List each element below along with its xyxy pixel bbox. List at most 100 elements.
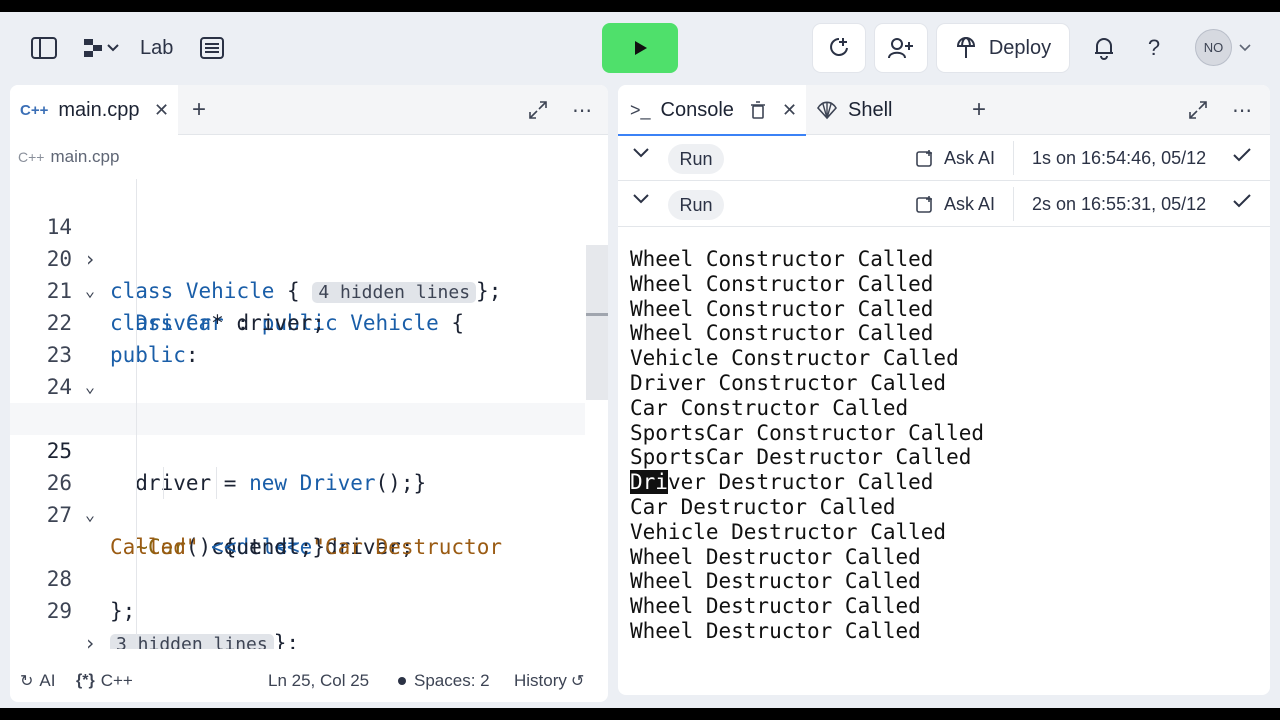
- project-icon: [84, 39, 102, 57]
- code-line-current: 25 driver = new Driver();}: [10, 403, 585, 495]
- ask-ai-button[interactable]: Ask AI: [916, 181, 995, 227]
- console-tabbar: >_ Console ✕ Shell + ⋯: [618, 85, 1270, 136]
- avatar[interactable]: NO: [1195, 29, 1232, 66]
- indent-guide: [136, 179, 137, 649]
- dot-icon: [398, 676, 406, 685]
- history-label: History: [514, 670, 567, 690]
- code-line: 27 cout << "Car Destructor: [10, 467, 585, 559]
- code-line: 22 public:: [10, 275, 585, 367]
- tab-label: main.cpp: [58, 98, 140, 121]
- editor-panel: C++ main.cpp ✕ + ⋯ C++ main.cpp 14 › cla…: [10, 85, 608, 702]
- deploy-icon: [956, 37, 975, 58]
- console-output[interactable]: Wheel Constructor Called Wheel Construct…: [630, 247, 1250, 644]
- tab-main-cpp[interactable]: C++ main.cpp ✕: [10, 85, 178, 135]
- code-line: 20 ⌄ class Car : public Vehicle {: [10, 211, 585, 335]
- maximize-icon[interactable]: [1188, 85, 1212, 135]
- ai-status[interactable]: ↻ AI: [20, 671, 55, 691]
- indent-guide: [163, 467, 164, 499]
- files-icon[interactable]: [198, 34, 226, 62]
- output-line: Wheel Destructor Called: [630, 594, 921, 619]
- output-line: SportsCar Destructor Called: [630, 445, 972, 470]
- top-bar: Lab Deploy ? NO: [0, 12, 1280, 84]
- trash-icon[interactable]: [750, 101, 766, 119]
- bell-icon[interactable]: [1090, 34, 1118, 62]
- selection-highlight: Dri: [630, 470, 668, 495]
- output-line: Driver Constructor Called: [630, 370, 947, 395]
- history-button[interactable]: History ↺: [514, 671, 584, 691]
- close-icon[interactable]: ✕: [154, 100, 169, 121]
- check-icon: [1232, 147, 1252, 163]
- editor-scrollbar[interactable]: [586, 245, 608, 400]
- help-icon[interactable]: ?: [1140, 34, 1168, 62]
- code-editor[interactable]: 14 › class Vehicle { 4 hidden lines}; 20…: [10, 179, 585, 649]
- divider: [1013, 141, 1014, 175]
- ask-ai-icon: [916, 195, 934, 213]
- more-options-icon[interactable]: ⋯: [572, 85, 596, 135]
- output-line: Wheel Constructor Called: [630, 321, 934, 346]
- maximize-icon[interactable]: [528, 85, 552, 135]
- output-line: Wheel Constructor Called: [630, 296, 934, 321]
- hidden-lines-pill[interactable]: 3 hidden lines: [110, 634, 274, 649]
- project-name[interactable]: Lab: [140, 34, 173, 62]
- run-label[interactable]: Run: [668, 190, 724, 220]
- breadcrumb-file[interactable]: main.cpp: [50, 147, 119, 167]
- editor-tabbar: C++ main.cpp ✕ + ⋯: [10, 85, 608, 135]
- ai-label: AI: [39, 670, 56, 690]
- shell-icon: [816, 100, 838, 120]
- sidebar-toggle-icon[interactable]: [28, 34, 60, 62]
- add-tab-button[interactable]: +: [972, 85, 992, 135]
- output-line: Wheel Constructor Called: [630, 247, 934, 271]
- project-switcher[interactable]: [78, 34, 124, 62]
- cpp-file-icon: C++: [18, 149, 45, 165]
- code-line: 24 cout << "Car Constructor: [10, 339, 585, 431]
- ask-ai-label: Ask AI: [944, 193, 996, 214]
- output-line: Car Constructor Called: [630, 395, 909, 420]
- ask-ai-icon: [916, 149, 934, 167]
- output-line: Wheel Destructor Called: [630, 544, 921, 569]
- code-line: 26 ⌄ ~Car() {delete driver;: [10, 435, 585, 559]
- chevron-down-icon[interactable]: [632, 147, 650, 159]
- tab-label: Console: [660, 98, 734, 121]
- code-line: 29 › class SportsCar : public Car {: [10, 563, 585, 649]
- tab-console[interactable]: >_ Console ✕: [618, 85, 806, 136]
- language-label: C++: [100, 670, 133, 690]
- check-icon: [1232, 193, 1252, 209]
- breadcrumb: C++ main.cpp: [10, 135, 608, 179]
- run-button[interactable]: [602, 23, 678, 73]
- deploy-button[interactable]: Deploy: [937, 24, 1069, 72]
- invite-button[interactable]: [875, 24, 927, 72]
- add-tab-button[interactable]: +: [192, 85, 212, 135]
- ask-ai-button[interactable]: Ask AI: [916, 135, 995, 181]
- divider: [1013, 187, 1014, 221]
- output-line: Vehicle Constructor Called: [630, 346, 959, 371]
- output-line: Vehicle Destructor Called: [630, 519, 947, 544]
- ai-assist-button[interactable]: [813, 24, 865, 72]
- run-entry: Run Ask AI 2s on 16:55:31, 05/12: [618, 181, 1270, 227]
- code-line: 14 › class Vehicle { 4 hidden lines};: [10, 179, 585, 303]
- chevron-down-icon[interactable]: [1238, 42, 1252, 54]
- output-line-rest: ver Destructor Called: [667, 470, 934, 495]
- more-options-icon[interactable]: ⋯: [1232, 85, 1256, 135]
- code-line: 28 };: [10, 531, 585, 623]
- deploy-label: Deploy: [988, 36, 1052, 59]
- add-user-icon: [888, 38, 913, 59]
- indentation-status[interactable]: Spaces: 2: [398, 671, 490, 691]
- chevron-down-icon[interactable]: [632, 193, 650, 205]
- cpp-file-icon: C++: [20, 101, 49, 119]
- tab-shell[interactable]: Shell: [816, 85, 946, 135]
- tab-label: Shell: [848, 98, 893, 121]
- code-line: 21 Driver* driver;: [10, 243, 585, 335]
- cursor-position[interactable]: Ln 25, Col 25: [268, 671, 369, 691]
- language-status[interactable]: {*} C++: [76, 671, 133, 691]
- ai-spark-icon: [830, 38, 848, 56]
- indent-guide: [216, 467, 217, 499]
- close-icon[interactable]: ✕: [782, 100, 797, 121]
- run-entry: Run Ask AI 1s on 16:54:46, 05/12: [618, 135, 1270, 181]
- code-line: 23 ⌄ Car() {: [10, 307, 585, 431]
- output-line: Wheel Destructor Called: [630, 618, 921, 643]
- output-line: Wheel Constructor Called: [630, 271, 934, 296]
- run-label[interactable]: Run: [668, 144, 724, 174]
- output-line: Car Destructor Called: [630, 494, 896, 519]
- braces-icon: {*}: [76, 671, 95, 689]
- chevron-down-icon: [107, 44, 119, 52]
